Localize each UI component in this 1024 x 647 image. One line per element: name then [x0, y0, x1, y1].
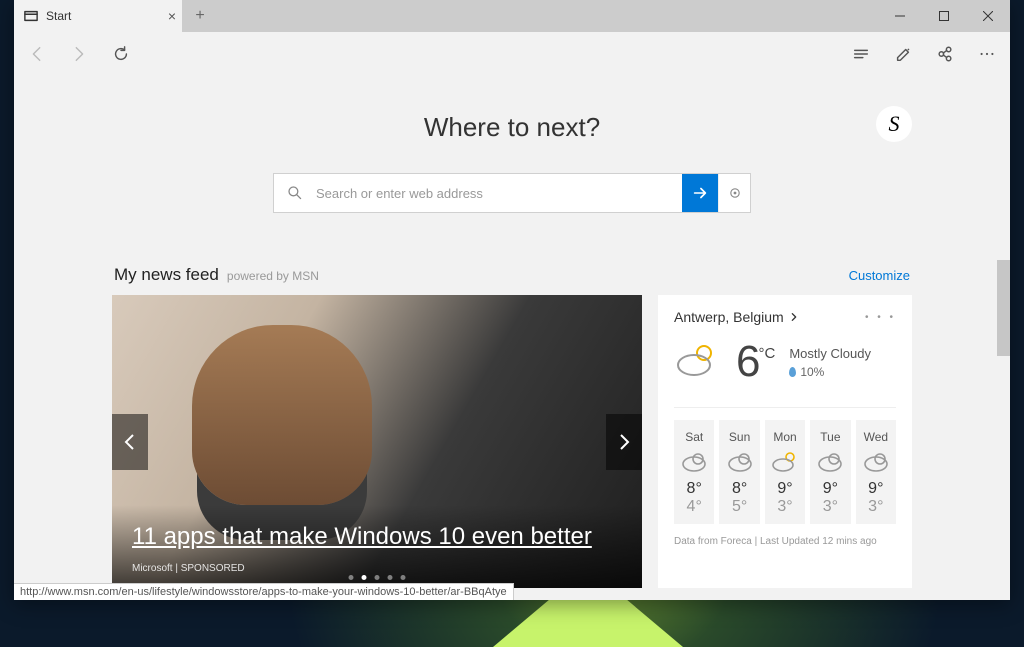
forecast-high: 9° — [856, 480, 896, 498]
forecast-low: 3° — [765, 498, 805, 516]
carousel-dot[interactable] — [349, 575, 354, 580]
tab-title: Start — [46, 9, 71, 23]
forecast-high: 8° — [674, 480, 714, 498]
forecast-day-icon — [674, 450, 714, 472]
share-button[interactable] — [936, 45, 954, 63]
profile-avatar[interactable]: S — [876, 106, 912, 142]
weather-condition: Mostly Cloudy — [789, 346, 871, 361]
search-box — [273, 173, 751, 213]
forecast-day-name: Sun — [719, 430, 759, 444]
forecast-day[interactable]: Sat 8°4° — [674, 420, 714, 524]
search-icon — [274, 174, 316, 212]
tab-start[interactable]: Start × — [14, 0, 182, 32]
forecast-day-name: Mon — [765, 430, 805, 444]
forward-button[interactable] — [70, 45, 88, 63]
tab-close-icon[interactable]: × — [168, 8, 176, 24]
edge-window: Start × + Where to next? — [14, 0, 1010, 600]
carousel-dot[interactable] — [401, 575, 406, 580]
forecast-low: 3° — [856, 498, 896, 516]
forecast-day-name: Sat — [674, 430, 714, 444]
carousel-next-button[interactable] — [606, 414, 642, 470]
forecast-day-name: Wed — [856, 430, 896, 444]
forecast-day-icon — [765, 450, 805, 472]
voice-button[interactable] — [718, 174, 750, 212]
forecast-day-icon — [856, 450, 896, 472]
go-button[interactable] — [682, 174, 718, 212]
forecast-low: 3° — [810, 498, 850, 516]
weather-location[interactable]: Antwerp, Belgium — [674, 309, 799, 325]
refresh-button[interactable] — [112, 45, 130, 63]
weather-temp: 6°C — [736, 337, 775, 387]
hero-title: Where to next? — [424, 112, 600, 143]
forecast-day-icon — [719, 450, 759, 472]
window-minimize-button[interactable] — [878, 0, 922, 32]
forecast-day[interactable]: Mon 9°3° — [765, 420, 805, 524]
weather-location-label: Antwerp, Belgium — [674, 309, 784, 325]
chevron-right-icon — [789, 312, 799, 322]
weather-menu-button[interactable]: • • • — [865, 312, 896, 323]
news-carousel[interactable]: 11 apps that make Windows 10 even better… — [112, 295, 642, 588]
back-button[interactable] — [28, 45, 46, 63]
carousel-dots[interactable] — [349, 575, 406, 580]
window-close-button[interactable] — [966, 0, 1010, 32]
customize-link[interactable]: Customize — [849, 268, 910, 283]
forecast-day-icon — [810, 450, 850, 472]
feed-title: My news feed — [114, 265, 219, 285]
forecast-low: 5° — [719, 498, 759, 516]
nav-toolbar — [14, 32, 1010, 76]
forecast-high: 8° — [719, 480, 759, 498]
reading-view-button[interactable] — [852, 45, 870, 63]
forecast-high: 9° — [765, 480, 805, 498]
forecast-low: 4° — [674, 498, 714, 516]
forecast-day[interactable]: Sun 8°5° — [719, 420, 759, 524]
status-bar-url: http://www.msn.com/en-us/lifestyle/windo… — [14, 583, 514, 600]
window-maximize-button[interactable] — [922, 0, 966, 32]
search-input[interactable] — [316, 174, 682, 212]
weather-footer: Data from Foreca | Last Updated 12 mins … — [674, 536, 896, 547]
weather-card: Antwerp, Belgium • • • 6°C Mostly Cl — [658, 295, 912, 588]
titlebar: Start × + — [14, 0, 1010, 32]
carousel-dot[interactable] — [388, 575, 393, 580]
forecast-high: 9° — [810, 480, 850, 498]
carousel-dot[interactable] — [375, 575, 380, 580]
carousel-headline[interactable]: 11 apps that make Windows 10 even better — [132, 523, 622, 551]
carousel-sponsor: Microsoft | SPONSORED — [132, 563, 622, 574]
forecast-row: Sat8°4°Sun8°5°Mon9°3°Tue9°3°Wed9°3° — [674, 407, 896, 524]
weather-precip: 10% — [789, 365, 871, 379]
carousel-prev-button[interactable] — [112, 414, 148, 470]
forecast-day[interactable]: Wed 9°3° — [856, 420, 896, 524]
tab-page-icon — [24, 9, 38, 23]
forecast-day-name: Tue — [810, 430, 850, 444]
more-button[interactable] — [978, 45, 996, 63]
desktop-background: Start × + Where to next? — [0, 0, 1024, 647]
carousel-dot[interactable] — [362, 575, 367, 580]
scrollbar-thumb[interactable] — [997, 260, 1010, 356]
page-content: Where to next? S My news feed powered by… — [14, 76, 1010, 600]
weather-now-icon — [674, 341, 722, 384]
new-tab-button[interactable]: + — [182, 0, 218, 32]
feed-powered-label: powered by MSN — [227, 269, 319, 283]
forecast-day[interactable]: Tue 9°3° — [810, 420, 850, 524]
web-note-button[interactable] — [894, 45, 912, 63]
